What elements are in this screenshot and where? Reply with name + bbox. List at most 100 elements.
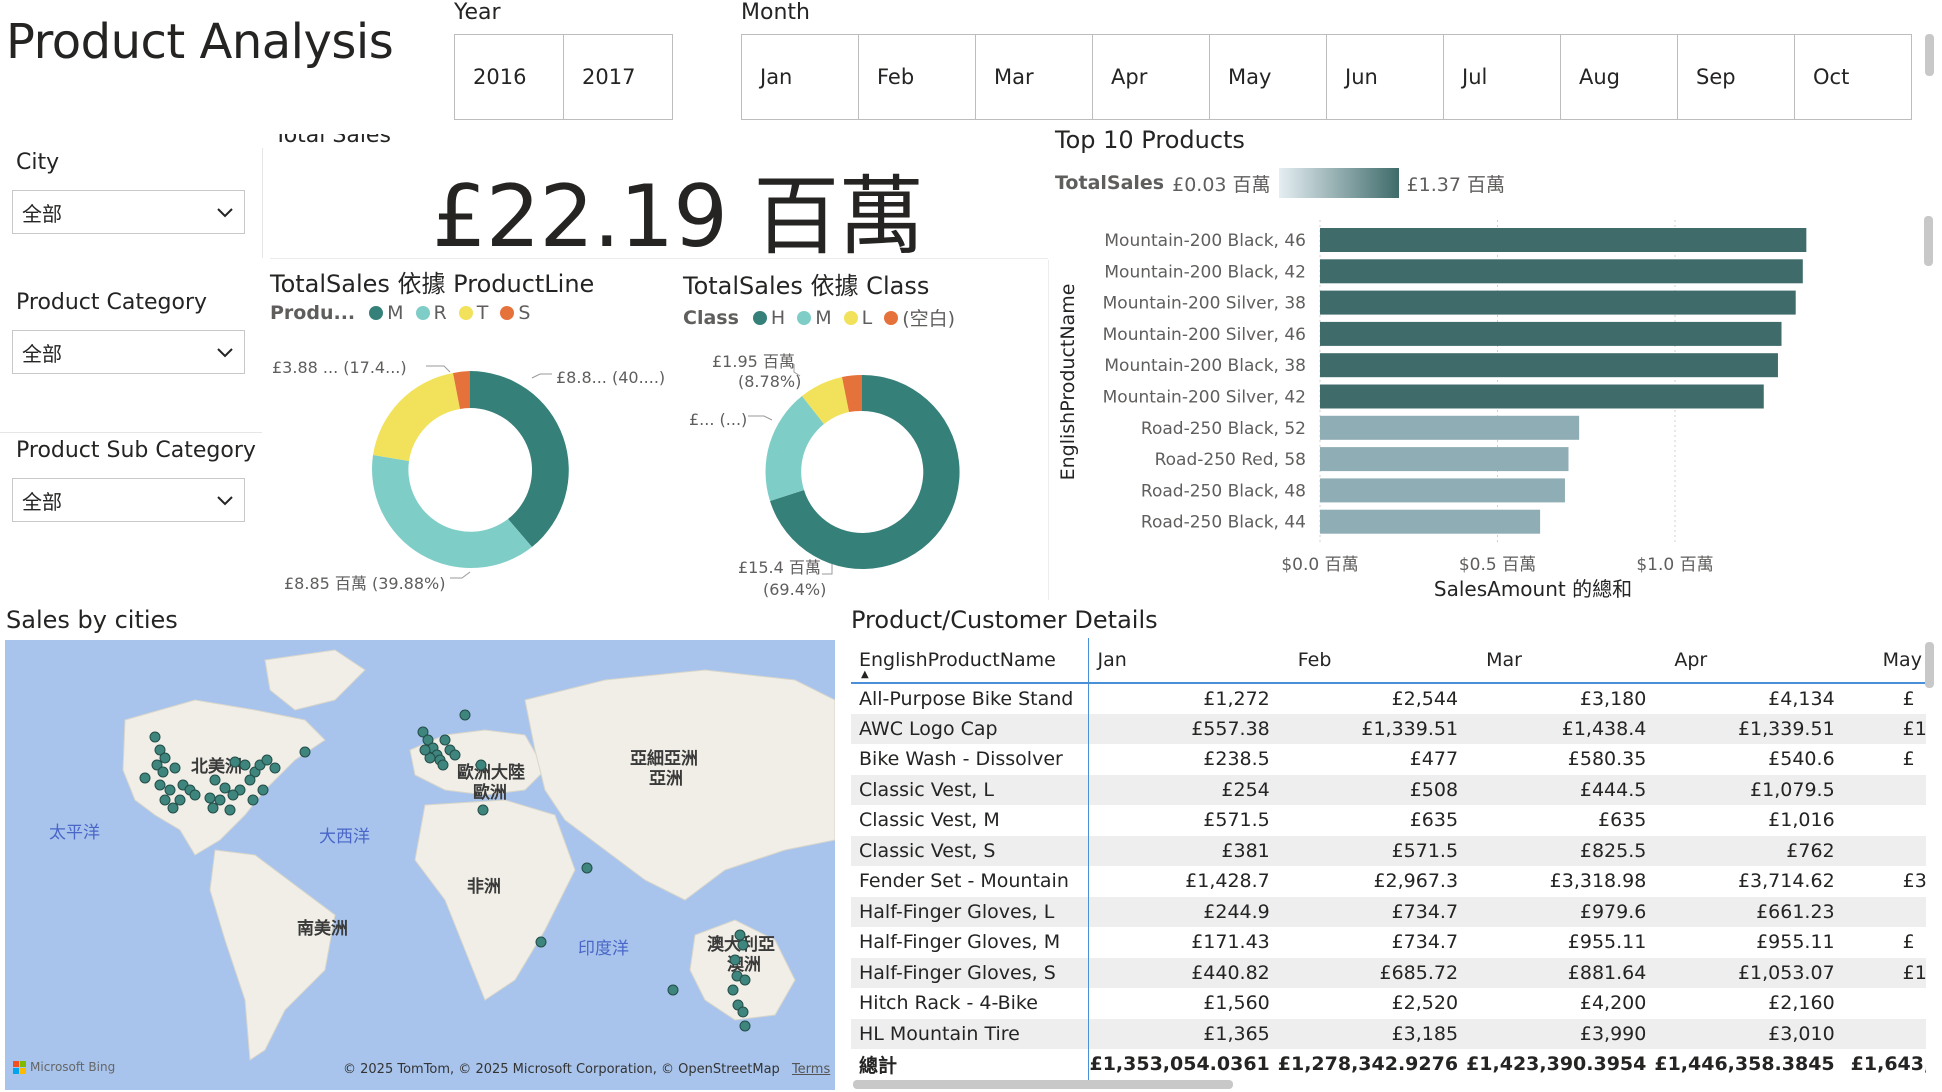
city-marker[interactable] <box>209 774 221 786</box>
bar[interactable] <box>1320 447 1569 472</box>
legend-dot <box>500 306 515 320</box>
table-row[interactable]: Half-Finger Gloves, M £171.43 £734.7 £955.1… <box>851 927 1926 958</box>
city-marker[interactable] <box>159 752 171 764</box>
city-marker[interactable] <box>157 766 169 778</box>
city-marker[interactable] <box>204 792 216 804</box>
month-option-jun[interactable]: Jun <box>1326 34 1444 120</box>
top-products-scrollbar[interactable] <box>1924 216 1933 266</box>
column-header-product[interactable]: EnglishProductName ▲ <box>851 638 1090 683</box>
column-header-apr[interactable]: Apr <box>1654 638 1842 683</box>
bar[interactable] <box>1320 353 1778 378</box>
month-option-may[interactable]: May <box>1209 34 1327 120</box>
row-value-partial: £1, <box>1842 713 1926 744</box>
city-marker[interactable] <box>581 862 593 874</box>
row-value: £3,180 <box>1579 687 1647 710</box>
table-row[interactable]: Bike Wash - Dissolver £238.5 £477 £580.35 £5… <box>851 744 1926 775</box>
bar[interactable] <box>1320 478 1565 503</box>
table-row[interactable]: Half-Finger Gloves, S £440.82 £685.72 £881.… <box>851 957 1926 988</box>
table-row[interactable]: Classic Vest, M £571.5 £635 £635 £1,016 <box>851 805 1926 836</box>
city-marker[interactable] <box>667 984 679 996</box>
bar[interactable] <box>1320 384 1764 409</box>
column-header-feb[interactable]: Feb <box>1278 638 1466 683</box>
city-marker[interactable] <box>247 794 259 806</box>
city-marker[interactable] <box>224 804 236 816</box>
table-row[interactable]: Classic Vest, L £254 £508 £444.5 £1,079.5 <box>851 774 1926 805</box>
city-marker[interactable] <box>737 1006 749 1018</box>
city-marker[interactable] <box>737 939 749 951</box>
table-row[interactable]: Fender Set - Mountain £1,428.7 £2,967.3 £3,… <box>851 866 1926 897</box>
bar[interactable] <box>1320 228 1807 252</box>
city-marker[interactable] <box>739 974 751 986</box>
city-markers[interactable] <box>5 640 835 1090</box>
month-option-oct[interactable]: Oct <box>1794 34 1912 120</box>
table-row[interactable]: Classic Vest, S £381 £571.5 £825.5 £762 <box>851 835 1926 866</box>
city-marker[interactable] <box>139 772 151 784</box>
bar[interactable] <box>1320 290 1796 315</box>
bar[interactable] <box>1320 509 1541 534</box>
total-value: £1,423,390.3954 <box>1466 1053 1647 1076</box>
city-marker[interactable] <box>739 1020 751 1032</box>
month-option-feb[interactable]: Feb <box>858 34 976 120</box>
top-products-bar-chart[interactable]: $0.0 百萬 $0.5 百萬 $1.0 百萬 Mountain-200 Black,… <box>1050 210 1930 610</box>
city-marker[interactable] <box>159 794 171 806</box>
city-dropdown[interactable]: 全部 <box>12 190 245 234</box>
city-marker[interactable] <box>169 762 181 774</box>
terms-link[interactable]: Terms <box>792 1062 830 1077</box>
table-row[interactable]: HL Mountain Tire £1,365 £3,185 £3,990 £3,010 <box>851 1018 1926 1049</box>
year-option-2017[interactable]: 2017 <box>563 34 673 120</box>
city-marker[interactable] <box>459 709 471 721</box>
month-option-jul[interactable]: Jul <box>1443 34 1561 120</box>
subcategory-dropdown[interactable]: 全部 <box>12 478 245 522</box>
category-dropdown[interactable]: 全部 <box>12 330 245 374</box>
column-header-mar[interactable]: Mar <box>1466 638 1654 683</box>
city-marker[interactable] <box>439 734 451 746</box>
bar[interactable] <box>1320 259 1803 284</box>
city-marker[interactable] <box>244 774 256 786</box>
city-marker[interactable] <box>475 759 487 771</box>
city-marker[interactable] <box>477 804 489 816</box>
city-marker[interactable] <box>729 954 741 966</box>
city-marker[interactable] <box>734 929 746 941</box>
table-row[interactable]: Hitch Rack - 4-Bike £1,560 £2,520 £4,200 £2,… <box>851 988 1926 1019</box>
city-marker[interactable] <box>174 794 186 806</box>
city-marker[interactable] <box>261 754 273 766</box>
city-marker[interactable] <box>269 762 281 774</box>
month-option-aug[interactable]: Aug <box>1560 34 1678 120</box>
city-marker[interactable] <box>449 749 461 761</box>
column-header-jan[interactable]: Jan <box>1089 638 1278 683</box>
city-marker[interactable] <box>207 802 219 814</box>
city-marker[interactable] <box>437 759 449 771</box>
city-marker[interactable] <box>727 984 739 996</box>
matrix-vertical-scrollbar[interactable] <box>1925 642 1934 688</box>
column-header-may[interactable]: May <box>1843 638 1926 683</box>
bar[interactable] <box>1320 415 1580 440</box>
month-option-sep[interactable]: Sep <box>1677 34 1795 120</box>
city-marker[interactable] <box>419 744 431 756</box>
matrix-horizontal-scrollbar[interactable] <box>853 1080 1233 1089</box>
sales-map[interactable]: 北美洲 太平洋 大西洋 歐洲大陸 歐洲 亞細亞洲 亞洲 非洲 南美洲 印度洋 澳… <box>5 640 835 1090</box>
month-slicer-scrollbar[interactable] <box>1925 34 1934 76</box>
city-marker[interactable] <box>299 746 311 758</box>
month-option-jan[interactable]: Jan <box>741 34 859 120</box>
city-marker[interactable] <box>227 789 239 801</box>
city-marker[interactable] <box>154 779 166 791</box>
table-row[interactable]: All-Purpose Bike Stand £1,272 £2,544 £3,180… <box>851 683 1926 714</box>
table-row[interactable]: Half-Finger Gloves, L £244.9 £734.7 £979.6 £… <box>851 896 1926 927</box>
table-row[interactable]: AWC Logo Cap £557.38 £1,339.51 £1,438.4 £1,3… <box>851 713 1926 744</box>
city-marker[interactable] <box>167 802 179 814</box>
city-dropdown-value: 全部 <box>22 201 62 226</box>
city-marker[interactable] <box>164 784 176 796</box>
bar[interactable] <box>1320 321 1782 346</box>
city-marker[interactable] <box>149 731 161 743</box>
city-marker[interactable] <box>239 759 251 771</box>
city-marker[interactable] <box>219 782 231 794</box>
sort-ascending-icon: ▲ <box>861 669 869 680</box>
city-marker[interactable] <box>189 789 201 801</box>
year-option-2016[interactable]: 2016 <box>454 34 564 120</box>
month-option-mar[interactable]: Mar <box>975 34 1093 120</box>
city-marker[interactable] <box>214 794 226 806</box>
month-option-apr[interactable]: Apr <box>1092 34 1210 120</box>
city-marker[interactable] <box>257 784 269 796</box>
city-marker[interactable] <box>229 756 241 768</box>
city-marker[interactable] <box>535 936 547 948</box>
